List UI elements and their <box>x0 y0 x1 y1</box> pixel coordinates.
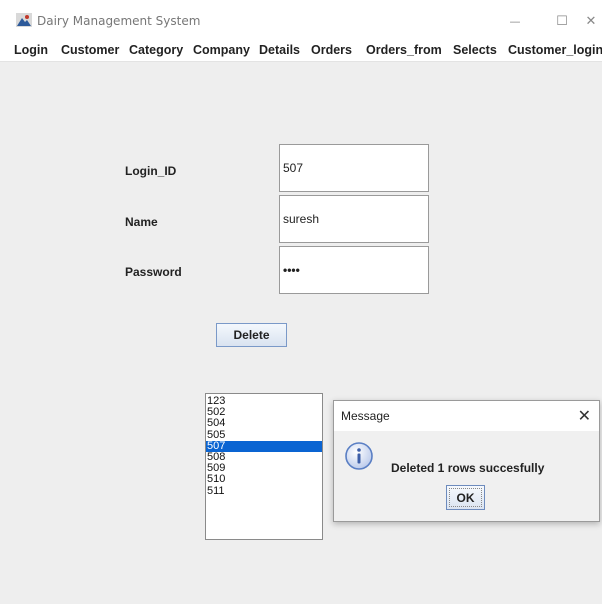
menu-bar: Login Customer Category Company Details … <box>0 40 602 62</box>
close-button[interactable]: ✕ <box>580 6 602 36</box>
message-dialog: Message ✕ Deleted 1 rows succesfully OK <box>333 400 600 522</box>
menu-company[interactable]: Company <box>193 43 250 57</box>
dialog-title-bar: Message ✕ <box>334 401 599 431</box>
login-id-list[interactable]: 123 502 504 505 507 508 509 510 511 <box>205 393 323 540</box>
menu-details[interactable]: Details <box>259 43 300 57</box>
info-icon <box>345 442 373 470</box>
window-title: Dairy Management System <box>37 14 201 28</box>
password-field[interactable]: •••• <box>279 246 429 294</box>
password-label: Password <box>125 265 182 279</box>
menu-selects[interactable]: Selects <box>453 43 497 57</box>
list-item[interactable]: 511 <box>206 485 322 497</box>
dialog-message: Deleted 1 rows succesfully <box>391 461 545 475</box>
list-item[interactable]: 504 <box>206 418 322 429</box>
list-item[interactable]: 510 <box>206 474 322 485</box>
title-bar: Dairy Management System — ☐ ✕ <box>0 0 602 40</box>
ok-button[interactable]: OK <box>446 485 485 510</box>
login-id-label: Login_ID <box>125 164 177 178</box>
minimize-button[interactable]: — <box>500 6 530 36</box>
menu-orders[interactable]: Orders <box>311 43 352 57</box>
name-field[interactable]: suresh <box>279 195 429 243</box>
menu-customer-login[interactable]: Customer_login <box>508 43 602 57</box>
maximize-button[interactable]: ☐ <box>547 6 577 36</box>
menu-customer[interactable]: Customer <box>61 43 119 57</box>
menu-login[interactable]: Login <box>14 43 48 57</box>
dialog-title: Message <box>341 409 390 423</box>
delete-button[interactable]: Delete <box>216 323 287 347</box>
app-icon <box>16 13 32 27</box>
login-id-field[interactable]: 507 <box>279 144 429 192</box>
menu-orders-from[interactable]: Orders_from <box>366 43 442 57</box>
menu-category[interactable]: Category <box>129 43 183 57</box>
dialog-close-button[interactable]: ✕ <box>578 406 591 425</box>
name-label: Name <box>125 215 158 229</box>
